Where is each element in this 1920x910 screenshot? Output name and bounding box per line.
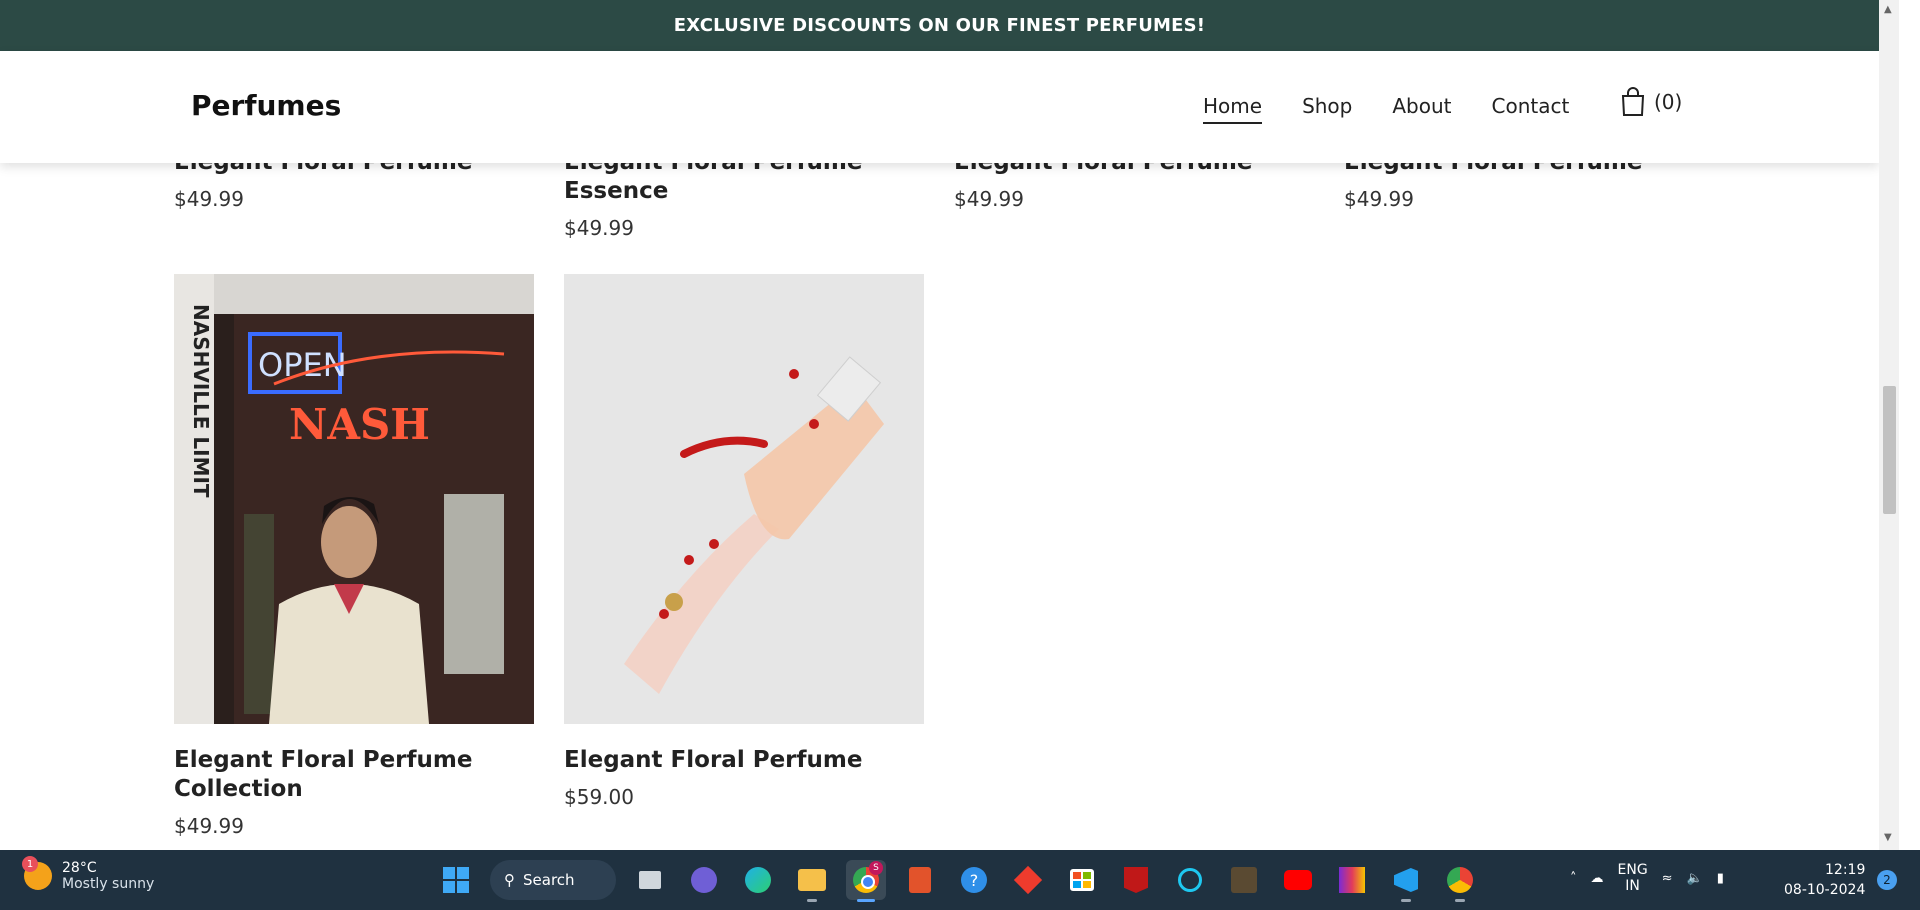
onedrive-icon[interactable]: ☁ [1591, 871, 1604, 886]
browser-viewport: Elegant Floral Perfume $49.99 Elegant Fl… [0, 0, 1879, 850]
game-icon[interactable] [1224, 860, 1264, 900]
youtube-icon[interactable] [1278, 860, 1318, 900]
vscode-icon[interactable] [1386, 860, 1426, 902]
chrome-profile-icon[interactable]: S [846, 860, 886, 902]
help-icon[interactable]: ? [954, 860, 994, 900]
product-name[interactable]: Elegant Floral Perfume [564, 746, 934, 775]
product-price: $49.99 [174, 187, 244, 211]
nav-contact[interactable]: Contact [1492, 94, 1570, 124]
search-icon: ⚲ [504, 871, 515, 889]
weather-sun-icon: 1 [22, 856, 52, 890]
product-price: $59.00 [564, 785, 634, 809]
search-label: Search [523, 871, 575, 889]
product-card[interactable]: NASHVILLE LIMIT OPEN NASH Elegant Floral… [174, 274, 534, 838]
clock-time: 12:19 [1825, 862, 1866, 878]
product-name[interactable]: Elegant Floral Perfume Collection [174, 746, 544, 804]
product-price: $49.99 [1344, 187, 1414, 211]
lang-code: ENG [1617, 862, 1648, 878]
cart-count: (0) [1654, 90, 1683, 114]
battery-icon[interactable]: ▮ [1717, 871, 1724, 886]
product-image[interactable] [564, 274, 924, 724]
announcement-text: EXCLUSIVE DISCOUNTS ON OUR FINEST PERFUM… [673, 15, 1206, 36]
page-scrollbar[interactable]: ▲ ▼ [1879, 0, 1899, 850]
weather-badge: 1 [22, 856, 38, 872]
windows-logo-icon [443, 867, 469, 893]
scroll-down-icon[interactable]: ▼ [1884, 832, 1892, 843]
anydesk-icon[interactable] [1008, 860, 1048, 900]
taskbar-apps: ⚲ Search S ? [436, 860, 1480, 902]
svg-text:NASHVILLE LIMIT: NASHVILLE LIMIT [189, 304, 213, 498]
weather-desc: Mostly sunny [62, 876, 155, 892]
product-price: $49.99 [564, 216, 634, 240]
product-price: $49.99 [174, 814, 244, 838]
chevron-up-icon[interactable]: ˄ [1570, 871, 1577, 886]
mcafee-icon[interactable] [1116, 860, 1156, 900]
clock[interactable]: 12:19 08-10-2024 [1784, 860, 1865, 900]
cart-button[interactable]: (0) [1620, 87, 1682, 117]
chrome-icon[interactable] [1440, 860, 1480, 902]
nav-shop[interactable]: Shop [1302, 94, 1352, 124]
product-card[interactable]: Elegant Floral Perfume $59.00 [564, 274, 924, 809]
windows-taskbar: 1 28°C Mostly sunny ⚲ Search S ? ˄ ☁ ENG… [0, 850, 1920, 910]
clock-date: 08-10-2024 [1784, 882, 1866, 898]
main-nav: Home Shop About Contact [1203, 94, 1569, 124]
weather-widget[interactable]: 1 28°C Mostly sunny [22, 856, 155, 892]
language-indicator[interactable]: ENG IN [1618, 862, 1648, 894]
task-view-icon[interactable] [630, 860, 670, 900]
start-button[interactable] [436, 860, 476, 900]
volume-icon[interactable]: 🔈 [1687, 871, 1703, 886]
region-code: IN [1625, 878, 1640, 894]
site-header: Perfumes Home Shop About Contact (0) [0, 51, 1879, 163]
weather-temp: 28°C [62, 860, 97, 876]
office-icon[interactable] [900, 860, 940, 900]
announcement-bar: EXCLUSIVE DISCOUNTS ON OUR FINEST PERFUM… [0, 0, 1879, 51]
meet-icon[interactable] [684, 860, 724, 900]
notification-badge[interactable]: 2 [1877, 870, 1897, 890]
taskbar-search[interactable]: ⚲ Search [490, 860, 616, 900]
product-price: $49.99 [954, 187, 1024, 211]
alexa-icon[interactable] [1170, 860, 1210, 900]
site-logo[interactable]: Perfumes [191, 89, 341, 122]
chrome-badge: S [869, 861, 883, 875]
nav-about[interactable]: About [1392, 94, 1451, 124]
product-image[interactable]: NASHVILLE LIMIT OPEN NASH [174, 274, 534, 724]
winrar-icon[interactable] [1332, 860, 1372, 900]
shopping-bag-icon [1621, 87, 1645, 116]
scrollbar-thumb[interactable] [1883, 386, 1896, 514]
file-explorer-icon[interactable] [792, 860, 832, 902]
nav-home[interactable]: Home [1203, 94, 1263, 124]
wifi-icon[interactable]: ≈ [1662, 871, 1673, 886]
edge-icon[interactable] [738, 860, 778, 900]
system-tray: ˄ ☁ ENG IN ≈ 🔈 ▮ [1570, 862, 1724, 894]
store-icon[interactable] [1062, 860, 1102, 900]
scroll-up-icon[interactable]: ▲ [1884, 4, 1892, 15]
nash-sign: NASH [289, 400, 430, 449]
